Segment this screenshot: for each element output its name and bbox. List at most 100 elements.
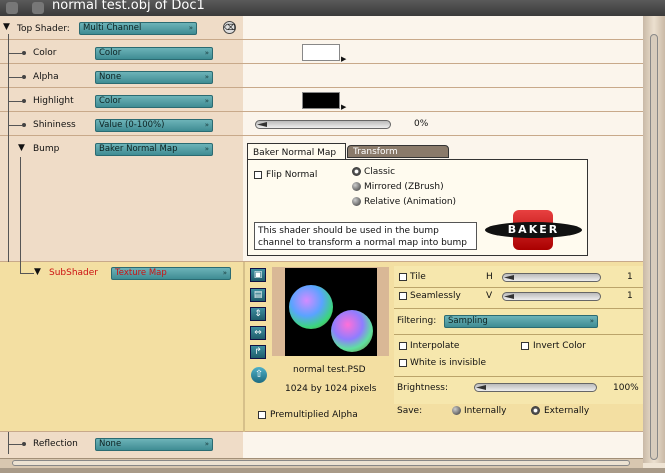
flip-horizontal-icon[interactable]: ⇔ <box>250 326 266 340</box>
slider-knob[interactable] <box>504 294 514 299</box>
mode-classic-radio[interactable] <box>352 167 361 176</box>
tree-line <box>20 157 21 273</box>
vertical-scroll-thumb[interactable] <box>650 34 658 460</box>
reflection-dropdown[interactable]: None » <box>95 438 213 451</box>
mode-classic-label: Classic <box>364 167 396 177</box>
alpha-dropdown[interactable]: None » <box>95 71 213 84</box>
collapse-icon[interactable] <box>32 2 44 14</box>
vertical-scrollbar[interactable] <box>643 16 665 463</box>
shininess-dropdown[interactable]: Value (0-100%) » <box>95 119 213 132</box>
invert-color-checkbox[interactable] <box>521 342 529 350</box>
mode-relative-radio[interactable] <box>352 197 361 206</box>
subshader-label: SubShader <box>49 268 99 278</box>
help-text-line-1: This shader should be used in the bump <box>258 226 439 236</box>
options-divider <box>394 308 643 309</box>
bump-dropdown[interactable]: Baker Normal Map » <box>95 143 213 156</box>
tree-dot <box>22 75 26 79</box>
save-externally-radio[interactable] <box>531 406 540 415</box>
window-bottom-edge <box>0 468 665 473</box>
h-label: H <box>486 272 493 282</box>
shininess-percent: 0% <box>414 119 429 129</box>
highlight-dropdown[interactable]: Color » <box>95 95 213 108</box>
filtering-dropdown-value: Sampling <box>448 316 488 326</box>
white-invisible-checkbox[interactable] <box>399 359 407 367</box>
reflection-label: Reflection <box>33 439 78 449</box>
dropdown-arrow-icon: » <box>204 49 209 57</box>
dropdown-arrow-icon: » <box>204 121 209 129</box>
reflection-dropdown-value: None <box>99 439 122 449</box>
baker-logo-text: BAKER <box>485 222 582 238</box>
info-icon[interactable]: ⇧ <box>251 367 267 383</box>
texture-dimensions: 1024 by 1024 pixels <box>285 384 377 394</box>
dropdown-arrow-icon: » <box>204 145 209 153</box>
top-shader-dropdown[interactable]: Multi Channel » <box>79 22 197 35</box>
tile-v-slider[interactable] <box>502 292 601 301</box>
brightness-value: 100% <box>613 383 639 393</box>
highlight-swatch[interactable] <box>302 92 340 109</box>
horizontal-scrollbar[interactable] <box>0 458 643 468</box>
brightness-slider[interactable] <box>474 383 597 392</box>
normal-sphere-small <box>331 310 373 352</box>
alpha-label: Alpha <box>33 72 59 82</box>
flip-vertical-icon[interactable]: ⇕ <box>250 307 266 321</box>
brightness-label: Brightness: <box>397 383 448 393</box>
expand-triangle-icon[interactable]: ▼ <box>34 267 41 277</box>
expand-triangle-icon[interactable]: ▼ <box>18 143 25 153</box>
dropdown-arrow-icon: » <box>222 269 227 277</box>
bump-dropdown-value: Baker Normal Map <box>99 144 178 154</box>
options-divider <box>394 287 643 288</box>
dropdown-arrow-icon: » <box>204 97 209 105</box>
window-title: normal test.obj of Doc1 <box>52 0 205 13</box>
invert-color-label: Invert Color <box>533 341 586 351</box>
horizontal-scroll-thumb[interactable] <box>12 460 630 466</box>
subshader-dropdown[interactable]: Texture Map » <box>111 267 231 280</box>
h-value: 1 <box>627 272 633 282</box>
filtering-dropdown[interactable]: Sampling » <box>444 315 598 328</box>
tile-checkbox[interactable] <box>399 273 407 281</box>
options-divider <box>394 334 643 335</box>
shininess-dropdown-value: Value (0-100%) <box>99 120 165 130</box>
tree-connector <box>8 77 22 78</box>
slider-knob[interactable] <box>504 275 514 280</box>
save-internally-radio[interactable] <box>452 406 461 415</box>
help-text-box: This shader should be used in the bump c… <box>254 222 477 250</box>
premult-checkbox[interactable] <box>258 411 266 419</box>
slider-knob[interactable] <box>476 385 486 390</box>
alpha-dropdown-value: None <box>99 72 122 82</box>
slider-knob[interactable] <box>257 122 267 127</box>
color-dropdown[interactable]: Color » <box>95 47 213 60</box>
texture-preview[interactable] <box>285 268 377 356</box>
save-label: Save: <box>397 406 423 416</box>
open-file-icon[interactable]: ▣ <box>250 268 266 282</box>
interpolate-checkbox[interactable] <box>399 342 407 350</box>
v-value: 1 <box>627 291 633 301</box>
dropdown-arrow-icon: » <box>589 317 594 325</box>
tree-connector <box>8 444 22 445</box>
seamlessly-checkbox[interactable] <box>399 292 407 300</box>
shininess-slider[interactable] <box>255 120 391 129</box>
flip-normal-checkbox[interactable] <box>254 171 262 179</box>
open-folder-icon[interactable]: ▤ <box>250 288 266 302</box>
highlight-label: Highlight <box>33 96 74 106</box>
texture-file-name: normal test.PSD <box>293 365 366 375</box>
tab-baker-normal-map[interactable]: Baker Normal Map <box>247 143 346 160</box>
flip-normal-label: Flip Normal <box>266 170 318 180</box>
options-divider <box>394 376 643 377</box>
top-shader-label: Top Shader: <box>17 24 70 34</box>
trash-icon[interactable]: ⌫ <box>223 21 236 34</box>
close-icon[interactable] <box>6 2 18 14</box>
tab-transform[interactable]: Transform <box>347 145 449 158</box>
tree-connector <box>8 101 22 102</box>
help-text-line-2: channel to transform a normal map into b… <box>258 238 467 248</box>
color-swatch[interactable] <box>302 44 340 61</box>
baker-logo: BAKER <box>483 209 584 252</box>
interpolate-label: Interpolate <box>410 341 460 351</box>
tile-h-slider[interactable] <box>502 273 601 282</box>
v-label: V <box>486 291 493 301</box>
title-bar: normal test.obj of Doc1 <box>0 0 665 16</box>
color-label: Color <box>33 48 57 58</box>
rotate-icon[interactable]: ↱ <box>250 345 266 359</box>
expand-triangle-icon[interactable]: ▼ <box>3 22 10 32</box>
subshader-dropdown-value: Texture Map <box>115 268 167 278</box>
mode-mirrored-radio[interactable] <box>352 182 361 191</box>
